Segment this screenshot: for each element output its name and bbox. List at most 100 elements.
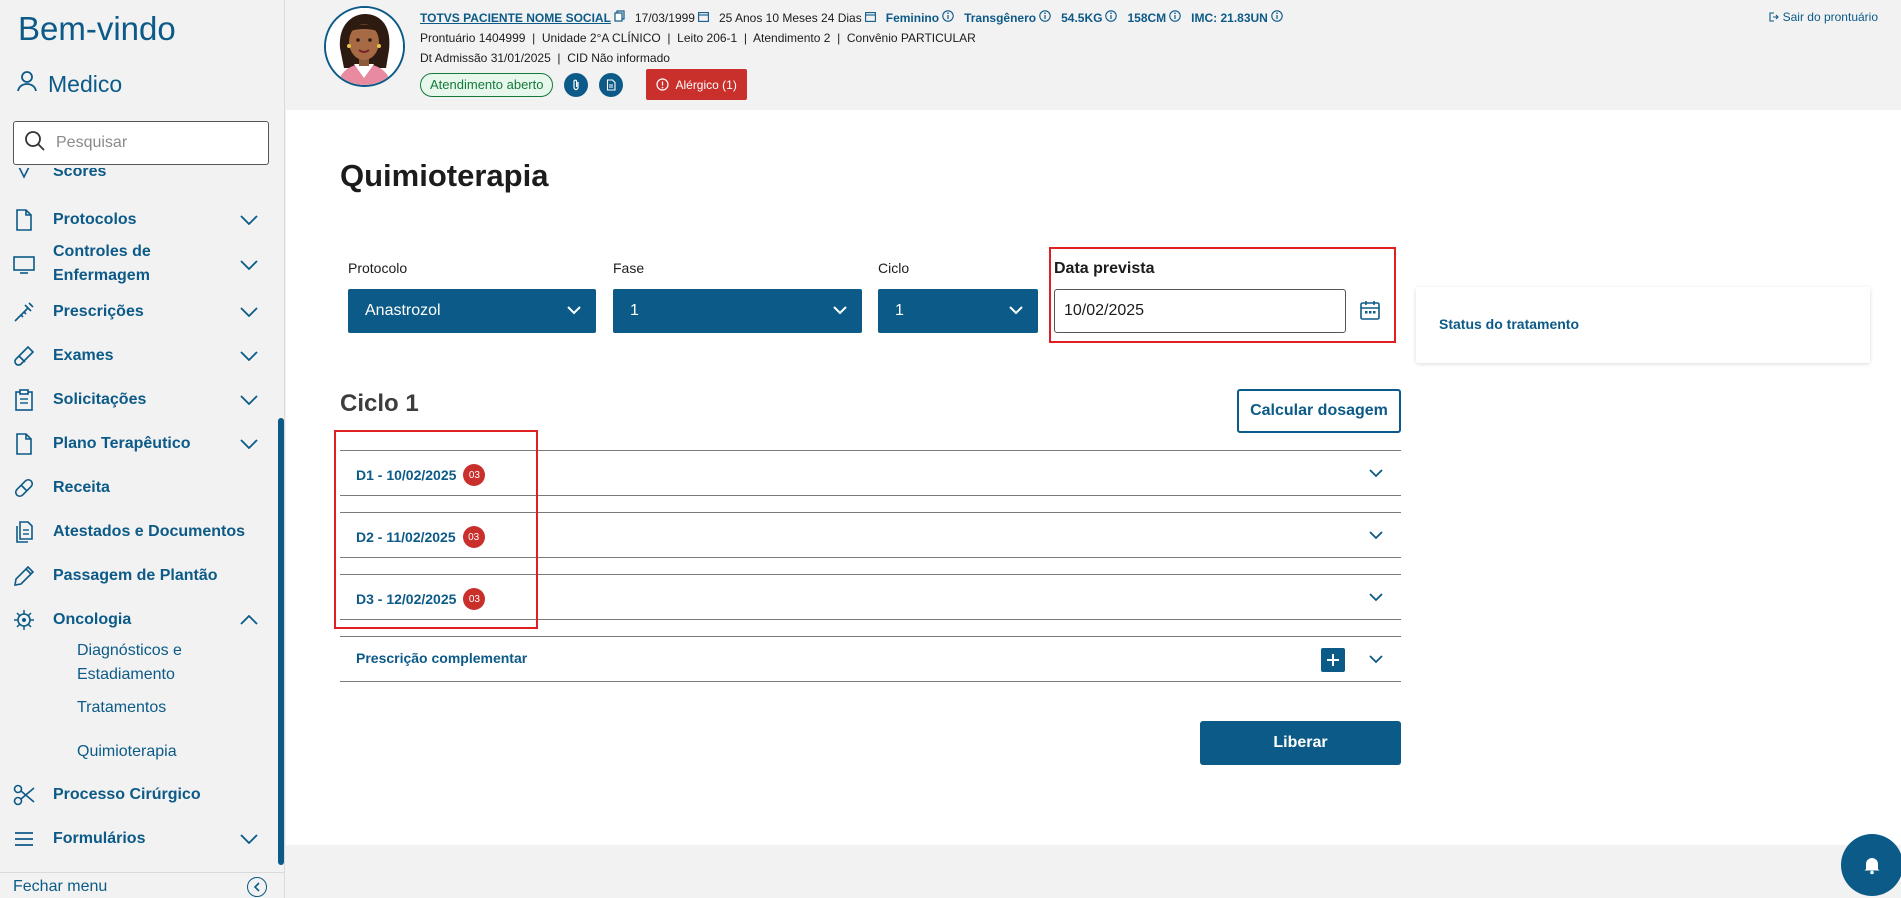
close-menu-label: Fechar menu: [13, 878, 108, 895]
day-label: D3 - 12/02/2025: [356, 591, 457, 607]
admission-info: Dt Admissão 31/01/2025 | CID Não informa…: [420, 51, 670, 65]
data-prevista-input[interactable]: [1054, 289, 1346, 333]
search-box[interactable]: [13, 121, 269, 165]
alert-icon: [656, 78, 670, 91]
add-icon[interactable]: [1321, 648, 1345, 672]
sidebar-item-label: Receita: [53, 479, 110, 496]
info-icon[interactable]: [1169, 10, 1181, 25]
chevron-left-icon[interactable]: [247, 877, 267, 897]
logout-icon: [1769, 12, 1779, 22]
chevron-down-icon: [1367, 462, 1385, 489]
patient-weight: 54.5KG: [1061, 10, 1103, 25]
sidebar-item-formularios[interactable]: Formulários: [0, 824, 276, 854]
welcome-title: Bem-vindo: [18, 10, 176, 47]
chevron-down-icon: [1367, 586, 1385, 613]
user-name: Medico: [48, 70, 123, 97]
sidebar-item-prescricoes[interactable]: Prescrições: [0, 297, 276, 327]
fase-value: 1: [630, 302, 639, 319]
patient-height: 158CM: [1127, 10, 1167, 25]
day-accordion-d1[interactable]: D1 - 10/02/2025 03: [340, 450, 1401, 496]
sidebar-footer[interactable]: Fechar menu: [0, 872, 285, 898]
patient-gender: Transgênero: [964, 10, 1037, 25]
ciclo-label: Ciclo: [878, 260, 910, 276]
sidebar-item-protocolos[interactable]: Protocolos: [0, 205, 276, 235]
info-icon[interactable]: [1039, 10, 1051, 25]
sidebar-item-receita[interactable]: Receita: [0, 473, 276, 503]
status-badge: Atendimento aberto: [420, 72, 554, 97]
page-title: Quimioterapia: [340, 158, 549, 193]
sidebar-item-oncologia[interactable]: Oncologia: [0, 605, 276, 635]
chevron-down-icon: [238, 828, 260, 850]
sidebar-item-label: Atestados e Documentos: [53, 523, 246, 540]
logout-link[interactable]: Sair do prontuário: [1769, 10, 1878, 24]
patient-info-row: TOTVS PACIENTE NOME SOCIAL 17/03/1999 25…: [420, 10, 1283, 25]
sidebar-item-label: Protocolos: [53, 211, 137, 228]
clipboard-icon: [13, 389, 35, 411]
sidebar-item-label: Passagem de Plantão: [53, 567, 218, 584]
chevron-down-icon: [238, 254, 260, 276]
info-icon[interactable]: [942, 10, 954, 25]
sidebar-subitem-diagnosticos[interactable]: Diagnósticos e Estadiamento: [77, 639, 227, 687]
day-accordion-d2[interactable]: D2 - 11/02/2025 03: [340, 512, 1401, 558]
prescricao-complementar-accordion[interactable]: Prescrição complementar: [340, 636, 1401, 682]
chevron-down-icon: [238, 301, 260, 323]
chevron-down-icon: [1367, 648, 1385, 675]
attachment-button[interactable]: [564, 72, 589, 97]
sidebar-item-label: Exames: [53, 347, 114, 364]
pencil-icon: [13, 565, 35, 587]
protocolo-select[interactable]: Anastrozol: [348, 289, 596, 333]
user-profile[interactable]: Medico: [16, 70, 122, 98]
sidebar-item-scores[interactable]: Scores: [0, 168, 276, 184]
sidebar-scrollbar[interactable]: [278, 418, 284, 865]
document-icon: [607, 78, 617, 91]
day-label: D2 - 11/02/2025: [356, 529, 456, 545]
day-label: D1 - 10/02/2025: [356, 467, 457, 483]
liberar-button[interactable]: Liberar: [1200, 721, 1401, 765]
search-input[interactable]: [56, 134, 246, 152]
search-icon: [24, 130, 46, 157]
fase-select[interactable]: 1: [613, 289, 862, 333]
flask-icon: [13, 345, 35, 367]
sidebar-item-controles-enfermagem[interactable]: Controles de Enfermagem: [0, 240, 276, 290]
document-button[interactable]: [599, 72, 624, 97]
sidebar-subitem-quimioterapia[interactable]: Quimioterapia: [77, 740, 177, 764]
sidebar-item-processo-cirurgico[interactable]: Processo Cirúrgico: [0, 780, 276, 810]
info-icon[interactable]: [1105, 10, 1118, 25]
patient-name[interactable]: TOTVS PACIENTE NOME SOCIAL: [420, 11, 611, 25]
sidebar-item-label: Scores: [53, 168, 107, 180]
patient-status-row: Atendimento aberto Alérgico (1): [420, 69, 747, 100]
documents-icon: [13, 521, 35, 543]
sidebar: Bem-vindo Medico Scores Protocolos Contr…: [0, 0, 285, 898]
sidebar-item-solicitacoes[interactable]: Solicitações: [0, 385, 276, 415]
sidebar-item-label: Plano Terapêutico: [53, 435, 191, 452]
logout-label: Sair do prontuário: [1782, 10, 1878, 24]
sidebar-item-label: Controles de Enfermagem: [53, 243, 151, 284]
birth-date: 17/03/1999: [634, 10, 695, 25]
sidebar-item-exames[interactable]: Exames: [0, 341, 276, 371]
count-badge: 03: [463, 588, 486, 610]
day-accordion-d3[interactable]: D3 - 12/02/2025 03: [340, 574, 1401, 620]
info-icon[interactable]: [1271, 10, 1283, 25]
chevron-down-icon: [238, 345, 260, 367]
sidebar-subitem-tratamentos[interactable]: Tratamentos: [77, 696, 166, 720]
ciclo-select[interactable]: 1: [878, 289, 1038, 333]
sidebar-item-plano-terapeutico[interactable]: Plano Terapêutico: [0, 429, 276, 459]
sidebar-item-atestados[interactable]: Atestados e Documentos: [0, 517, 276, 547]
allergy-alert[interactable]: Alérgico (1): [646, 69, 747, 100]
sidebar-item-passagem-plantao[interactable]: Passagem de Plantão: [0, 561, 276, 591]
monitor-icon: [13, 254, 35, 276]
calcular-dosagem-button[interactable]: Calcular dosagem: [1237, 389, 1401, 433]
protocolo-value: Anastrozol: [365, 302, 441, 319]
status-tratamento-card: Status do tratamento: [1416, 287, 1870, 363]
scores-icon: [13, 168, 35, 183]
bell-icon: [1864, 858, 1880, 875]
notification-button[interactable]: [1841, 834, 1901, 896]
chevron-down-icon: [566, 300, 582, 325]
ciclo-title: Ciclo 1: [340, 390, 419, 417]
copy-icon[interactable]: [614, 10, 625, 25]
patient-header: TOTVS PACIENTE NOME SOCIAL 17/03/1999 25…: [286, 0, 1901, 110]
user-icon: [16, 70, 38, 98]
list-icon: [13, 828, 35, 850]
calendar-icon[interactable]: [1357, 297, 1383, 323]
calendar-icon: [698, 11, 709, 25]
